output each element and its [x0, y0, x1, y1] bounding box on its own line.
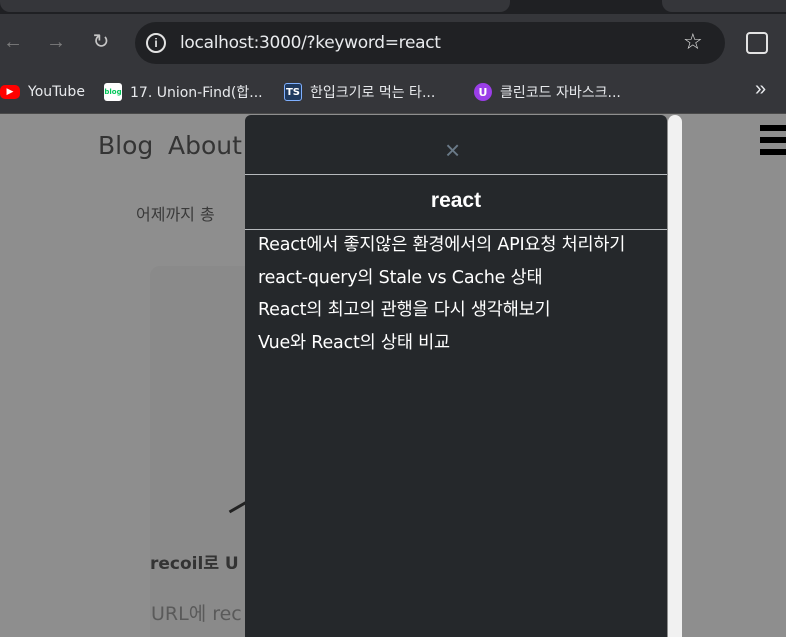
- browser-toolbar: ← → ↻ i localhost:3000/?keyword=react ☆: [0, 14, 786, 72]
- close-icon[interactable]: ×: [445, 137, 460, 163]
- search-modal: × react React에서 좋지않은 환경에서의 API요청 처리하기 re…: [245, 115, 667, 637]
- browser-tab[interactable]: [0, 0, 510, 12]
- bookmark-star-icon[interactable]: ☆: [683, 29, 703, 55]
- divider: [245, 174, 667, 175]
- bookmark-union-find[interactable]: blog 17. Union-Find(합...: [104, 81, 263, 103]
- site-info-icon[interactable]: i: [146, 33, 166, 53]
- search-keyword: react: [430, 189, 482, 212]
- bookmark-label: 한입크기로 먹는 타...: [310, 85, 436, 101]
- forward-button[interactable]: →: [43, 29, 69, 55]
- url-text[interactable]: localhost:3000/?keyword=react: [180, 33, 441, 53]
- tab-strip: [0, 0, 786, 14]
- more-bookmarks-icon[interactable]: »: [755, 78, 766, 101]
- nav-about-link[interactable]: About: [168, 131, 242, 160]
- search-result-item[interactable]: React의 최고의 관행을 다시 생각해보기: [258, 296, 625, 329]
- divider: [245, 229, 667, 230]
- extensions-icon[interactable]: [746, 32, 768, 54]
- ts-icon: TS: [284, 83, 302, 101]
- bookmark-label: 클린코드 자바스크...: [500, 85, 621, 101]
- search-result-item[interactable]: React에서 좋지않은 환경에서의 API요청 처리하기: [258, 231, 625, 264]
- youtube-icon: ▶: [0, 85, 20, 99]
- search-results-list: React에서 좋지않은 환경에서의 API요청 처리하기 react-quer…: [258, 231, 625, 361]
- scrollbar-thumb[interactable]: [668, 115, 682, 637]
- bookmark-label: YouTube: [28, 84, 85, 100]
- address-bar[interactable]: i localhost:3000/?keyword=react ☆: [135, 22, 725, 64]
- search-result-item[interactable]: Vue와 React의 상태 비교: [258, 329, 625, 362]
- post-title[interactable]: recoil로 U: [150, 549, 239, 574]
- u-icon: U: [474, 83, 492, 101]
- menu-icon[interactable]: [760, 125, 786, 161]
- reload-button[interactable]: ↻: [88, 29, 114, 55]
- bookmarks-bar: ▶ YouTube blog 17. Union-Find(합... TS 한입…: [0, 72, 786, 114]
- post-description: URL에 rec: [151, 603, 242, 625]
- scrollbar[interactable]: [667, 115, 683, 637]
- bookmark-label: 17. Union-Find(합...: [130, 85, 263, 101]
- search-result-item[interactable]: react-query의 Stale vs Cache 상태: [258, 264, 625, 297]
- visitor-count-text: 어제까지 총: [136, 205, 215, 224]
- nav-blog-link[interactable]: Blog: [98, 131, 153, 160]
- browser-tab[interactable]: [662, 0, 786, 12]
- blog-icon: blog: [104, 83, 122, 101]
- bookmark-youtube[interactable]: ▶ YouTube: [0, 81, 85, 103]
- back-button[interactable]: ←: [0, 29, 26, 55]
- bookmark-clean-code[interactable]: U 클린코드 자바스크...: [474, 81, 621, 103]
- bookmark-typescript[interactable]: TS 한입크기로 먹는 타...: [284, 81, 435, 103]
